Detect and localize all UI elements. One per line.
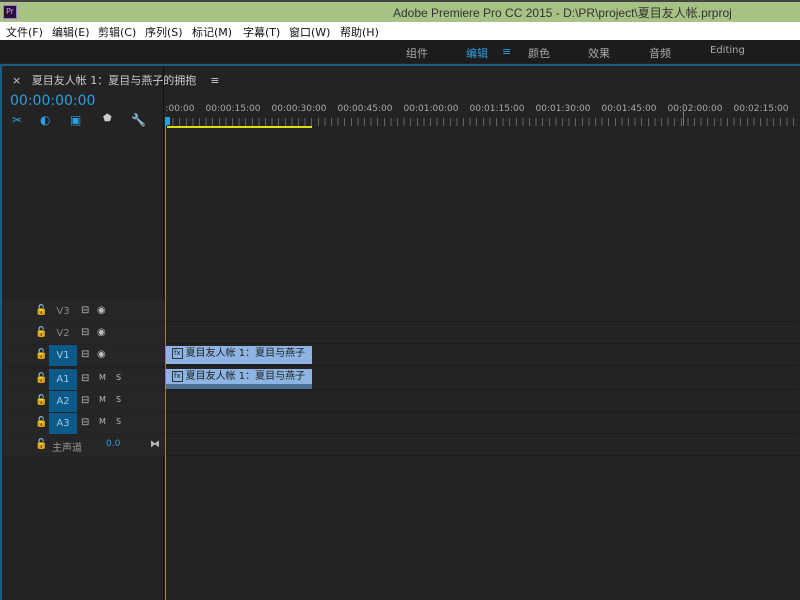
sync-lock-icon[interactable]: ⊟	[81, 395, 89, 406]
track-name[interactable]: V2	[49, 323, 77, 344]
track-name[interactable]: A2	[49, 391, 77, 412]
clip-name: 夏目友人帐 1：夏目与燕子	[185, 371, 306, 382]
solo-button[interactable]: S	[116, 417, 121, 426]
track-name[interactable]: A1	[49, 369, 77, 390]
menu-help[interactable]: 帮助(H)	[340, 24, 379, 40]
workspace-audio[interactable]: 音频	[649, 45, 671, 61]
menu-sequence[interactable]: 序列(S)	[145, 24, 183, 40]
track-a2: 🔓 A2 ⊟ M S	[2, 391, 798, 412]
track-v2: 🔓 V2 ⊟ ◉	[2, 323, 798, 344]
fx-icon: fx	[172, 370, 183, 382]
workspace-assembly[interactable]: 组件	[406, 45, 428, 61]
ruler-label: 00:00:30:00	[271, 104, 327, 114]
sync-lock-icon[interactable]: ⊟	[81, 327, 89, 338]
eye-icon[interactable]: ◉	[97, 305, 106, 316]
panel-menu-icon[interactable]: ≡	[210, 74, 219, 87]
sync-lock-icon[interactable]: ⊟	[81, 305, 89, 316]
time-ruler[interactable]	[166, 118, 796, 126]
track-a1: 🔓 A1 ⊟ M S fx 夏目友人帐 1：夏目与燕子	[2, 369, 798, 390]
ruler-label: 00:01:30:00	[535, 104, 591, 114]
workspace-editing-en[interactable]: Editing	[710, 45, 745, 56]
sync-lock-icon[interactable]: ⊟	[81, 349, 89, 360]
menu-bar: 文件(F) 编辑(E) 剪辑(C) 序列(S) 标记(M) 字幕(T) 窗口(W…	[0, 22, 800, 40]
timeline-panel: × 夏目友人帐 1：夏目与燕子的拥抱 ≡ 00:00:00:00 ✂ ◐ ▣ ⬟…	[0, 66, 800, 600]
menu-edit[interactable]: 编辑(E)	[52, 24, 90, 40]
mute-button[interactable]: M	[99, 373, 106, 382]
master-volume[interactable]: 0.0	[106, 439, 120, 449]
track-a3: 🔓 A3 ⊟ M S	[2, 413, 798, 434]
track-name[interactable]: V3	[49, 301, 77, 322]
fx-icon: fx	[172, 347, 183, 359]
workspace-menu-icon[interactable]: ≡	[502, 45, 511, 58]
track-v1: 🔓 V1 ⊟ ◉ fx 夏目友人帐 1：夏目与燕子	[2, 345, 798, 366]
clip-name: 夏目友人帐 1：夏目与燕子	[185, 348, 306, 359]
playhead-line	[165, 124, 166, 600]
menu-marker[interactable]: 标记(M)	[192, 24, 232, 40]
video-clip[interactable]: fx 夏目友人帐 1：夏目与燕子	[166, 346, 312, 364]
eye-icon[interactable]: ◉	[97, 349, 106, 360]
window-title: Adobe Premiere Pro CC 2015 - D:\PR\proje…	[393, 6, 732, 20]
audio-clip[interactable]: fx 夏目友人帐 1：夏目与燕子	[166, 369, 312, 389]
lock-icon[interactable]: 🔓	[35, 373, 47, 384]
sync-lock-icon[interactable]: ⊟	[81, 373, 89, 384]
eye-icon[interactable]: ◉	[97, 327, 106, 338]
ruler-label: :00:00	[165, 104, 195, 114]
workspace-effects[interactable]: 效果	[588, 45, 610, 61]
track-name[interactable]: V1	[49, 345, 77, 366]
mute-button[interactable]: M	[99, 417, 106, 426]
ruler-marker-line	[683, 104, 684, 126]
lock-icon[interactable]: 🔓	[35, 417, 47, 428]
menu-file[interactable]: 文件(F)	[6, 24, 43, 40]
lock-icon[interactable]: 🔓	[35, 305, 47, 316]
ruler-label: 00:02:00:00	[667, 104, 723, 114]
mute-button[interactable]: M	[99, 395, 106, 404]
track-master: 🔓 主声道 0.0 ⧓	[2, 435, 798, 456]
ruler-label: 00:00:45:00	[337, 104, 393, 114]
work-area-bar[interactable]	[167, 126, 312, 128]
workspace-bar: 组件 编辑 ≡ 颜色 效果 音频 Editing	[0, 40, 800, 63]
master-label: 主声道	[52, 443, 82, 454]
lock-icon[interactable]: 🔓	[35, 439, 47, 450]
track-v3: 🔓 V3 ⊟ ◉	[2, 301, 798, 322]
solo-button[interactable]: S	[116, 373, 121, 382]
menu-clip[interactable]: 剪辑(C)	[98, 24, 136, 40]
track-name[interactable]: A3	[49, 413, 77, 434]
ruler-label: 00:01:00:00	[403, 104, 459, 114]
workspace-color[interactable]: 颜色	[528, 45, 550, 61]
menu-window[interactable]: 窗口(W)	[289, 24, 330, 40]
go-to-in-out-icon[interactable]: ⧓	[150, 439, 160, 450]
title-bar: Pr Adobe Premiere Pro CC 2015 - D:\PR\pr…	[0, 0, 800, 22]
lock-icon[interactable]: 🔓	[35, 327, 47, 338]
workspace-editing[interactable]: 编辑	[466, 45, 488, 61]
lock-icon[interactable]: 🔓	[35, 349, 47, 360]
sync-lock-icon[interactable]: ⊟	[81, 417, 89, 428]
solo-button[interactable]: S	[116, 395, 121, 404]
lock-icon[interactable]: 🔓	[35, 395, 47, 406]
ruler-label: 00:00:15:00	[205, 104, 261, 114]
ruler-label: 00:01:15:00	[469, 104, 525, 114]
ruler-label: 00:02:15:00	[733, 104, 789, 114]
ruler-label: 00:01:45:00	[601, 104, 657, 114]
premiere-logo: Pr	[3, 5, 17, 19]
menu-title[interactable]: 字幕(T)	[243, 24, 280, 40]
